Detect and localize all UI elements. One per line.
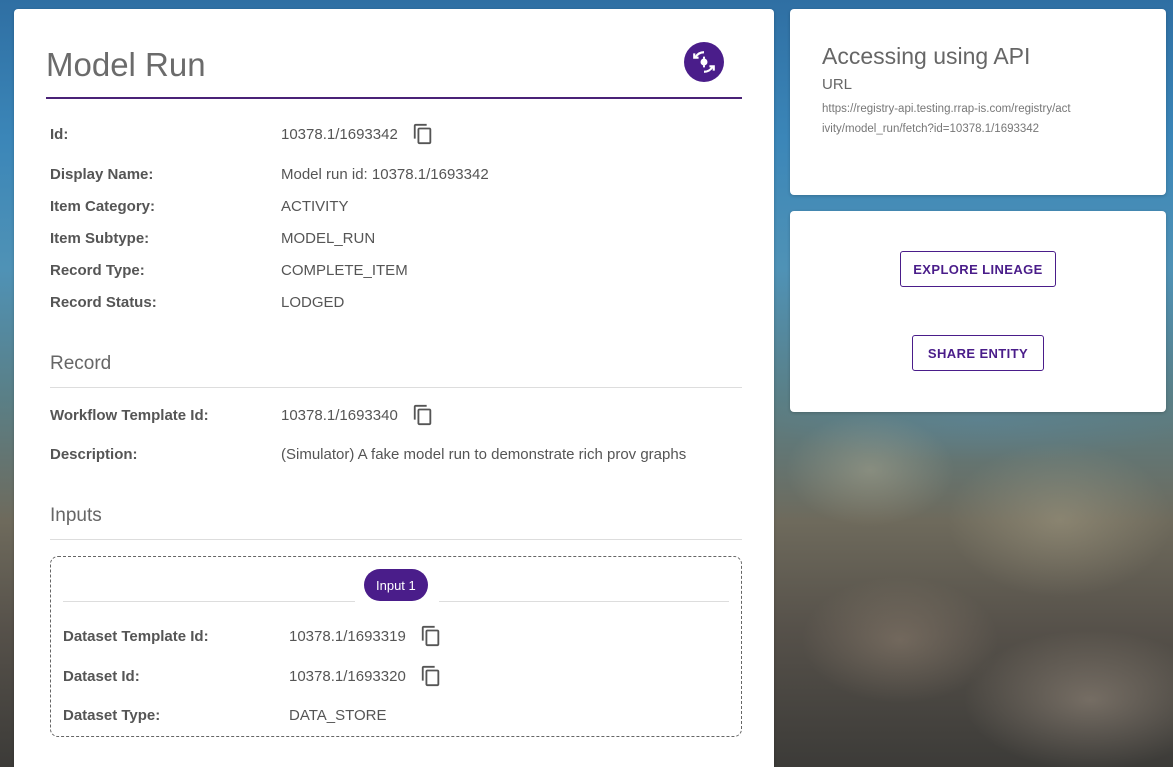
divider	[439, 601, 729, 602]
item-subtype-label: Item Subtype:	[50, 230, 150, 247]
record-status-label: Record Status:	[50, 294, 157, 311]
share-entity-button[interactable]: SHARE ENTITY	[912, 335, 1044, 371]
id-value: 10378.1/1693342	[281, 125, 398, 143]
input-card: Input 1 Dataset Template Id: 10378.1/169…	[50, 556, 742, 737]
copy-icon[interactable]	[412, 404, 434, 426]
title-row: Model Run	[46, 41, 742, 99]
dataset-id-value: 10378.1/1693320	[289, 667, 406, 685]
api-access-card: Accessing using API URL https://registry…	[790, 9, 1166, 195]
copy-icon[interactable]	[420, 665, 442, 687]
api-url-label: URL	[822, 76, 853, 93]
api-title: Accessing using API	[822, 43, 1031, 69]
description-value: (Simulator) A fake model run to demonstr…	[281, 446, 687, 463]
detail-row-item-category: Item Category: ACTIVITY	[50, 198, 349, 215]
input-chip: Input 1	[364, 569, 428, 601]
record-type-label: Record Type:	[50, 262, 145, 279]
dataset-id-label: Dataset Id:	[63, 667, 140, 685]
detail-row-item-subtype: Item Subtype: MODEL_RUN	[50, 230, 375, 247]
copy-icon[interactable]	[412, 123, 434, 145]
copy-icon[interactable]	[420, 625, 442, 647]
dataset-template-id-value: 10378.1/1693319	[289, 627, 406, 645]
lineage-refresh-icon	[693, 51, 715, 73]
detail-row-id: Id: 10378.1/1693342	[50, 123, 434, 145]
api-url[interactable]: https://registry-api.testing.rrap-is.com…	[822, 99, 1072, 139]
detail-row-record-type: Record Type: COMPLETE_ITEM	[50, 262, 408, 279]
detail-row-display-name: Display Name: Model run id: 10378.1/1693…	[50, 166, 489, 183]
divider	[63, 601, 355, 602]
explore-lineage-button[interactable]: EXPLORE LINEAGE	[900, 251, 1056, 287]
actions-card: EXPLORE LINEAGE SHARE ENTITY	[790, 211, 1166, 412]
workflow-template-id-value: 10378.1/1693340	[281, 406, 398, 424]
model-run-card: Model Run Id: 10378.1/1693342 Display Na…	[14, 9, 774, 767]
page-title: Model Run	[46, 46, 206, 83]
item-category-label: Item Category:	[50, 198, 156, 215]
display-name-label: Display Name:	[50, 166, 154, 183]
inputs-section-title: Inputs	[50, 505, 742, 540]
item-category-value: ACTIVITY	[281, 198, 349, 215]
dataset-type-label: Dataset Type:	[63, 707, 161, 724]
item-subtype-value: MODEL_RUN	[281, 230, 376, 247]
lineage-refresh-button[interactable]	[684, 42, 724, 82]
dataset-type-value: DATA_STORE	[289, 707, 387, 724]
description-label: Description:	[50, 446, 138, 463]
workflow-template-id-label: Workflow Template Id:	[50, 406, 209, 424]
record-status-value: LODGED	[281, 294, 345, 311]
record-type-value: COMPLETE_ITEM	[281, 262, 408, 279]
input-row-dataset-template-id: Dataset Template Id: 10378.1/1693319	[63, 625, 442, 647]
record-section-title: Record	[50, 353, 742, 388]
display-name-value: Model run id: 10378.1/1693342	[281, 166, 489, 183]
dataset-template-id-label: Dataset Template Id:	[63, 627, 209, 645]
input-row-dataset-type: Dataset Type: DATA_STORE	[63, 707, 387, 724]
detail-row-workflow-template-id: Workflow Template Id: 10378.1/1693340	[50, 404, 434, 426]
id-label: Id:	[50, 125, 69, 143]
input-row-dataset-id: Dataset Id: 10378.1/1693320	[63, 665, 442, 687]
detail-row-description: Description: (Simulator) A fake model ru…	[50, 446, 686, 463]
detail-row-record-status: Record Status: LODGED	[50, 294, 344, 311]
